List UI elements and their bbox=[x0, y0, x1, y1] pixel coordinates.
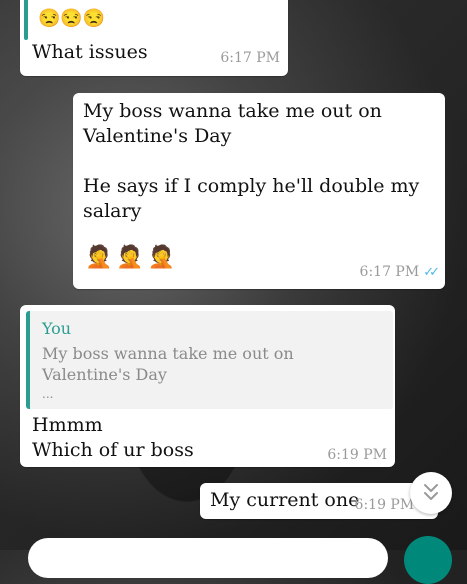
scroll-to-bottom-button[interactable] bbox=[410, 472, 452, 514]
quote-accent-bar bbox=[24, 0, 28, 40]
double-check-icon: ✓✓ bbox=[423, 265, 440, 280]
quote-author: You bbox=[42, 319, 72, 338]
message-text: My current one bbox=[210, 489, 360, 511]
facepalm-emoji-row: 🤦🤦🤦 bbox=[85, 245, 180, 270]
message-input-bar[interactable] bbox=[28, 538, 388, 578]
message-text: My boss wanna take me out on Valentine's… bbox=[83, 100, 420, 222]
incoming-reply-message-bubble[interactable]: You My boss wanna take me out on Valenti… bbox=[20, 305, 395, 467]
chevron-double-down-icon bbox=[424, 484, 438, 500]
message-time: 6:19 PM bbox=[327, 447, 387, 463]
message-time: 6:17 PM ✓✓ bbox=[359, 264, 440, 280]
incoming-message-bubble[interactable]: 😒😒😒 What issues 6:17 PM bbox=[20, 0, 288, 76]
send-button[interactable] bbox=[404, 536, 452, 584]
emoji-row: 😒😒😒 bbox=[38, 8, 106, 29]
quote-ellipsis: ... bbox=[42, 387, 54, 401]
outgoing-message-bubble[interactable]: My current one 6:19 PM✓✓ bbox=[200, 483, 438, 519]
message-text: What issues bbox=[32, 41, 148, 63]
outgoing-message-bubble[interactable]: My boss wanna take me out on Valentine's… bbox=[73, 93, 445, 289]
message-text: Hmmm Which of ur boss bbox=[32, 414, 194, 461]
message-time-text: 6:19 PM bbox=[354, 497, 415, 513]
quote-text: My boss wanna take me out on Valentine's… bbox=[42, 344, 294, 384]
message-time-text: 6:17 PM bbox=[359, 264, 420, 280]
quoted-message[interactable]: You My boss wanna take me out on Valenti… bbox=[26, 311, 393, 409]
message-time: 6:17 PM bbox=[220, 50, 280, 66]
